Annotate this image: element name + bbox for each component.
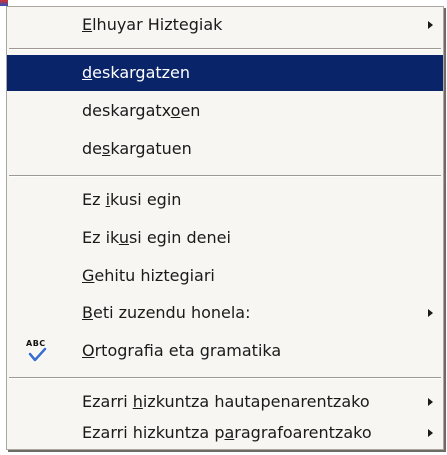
mnemonic-letter: a — [224, 423, 235, 442]
submenu-arrow-icon — [428, 21, 433, 29]
mnemonic-letter: i — [105, 190, 111, 209]
submenu-arrow-icon — [428, 429, 433, 437]
menu-separator — [9, 48, 441, 50]
menu-item-label: deskargatxoen — [82, 101, 201, 120]
mnemonic-letter: O — [82, 341, 95, 360]
menu-item-autocorrect[interactable]: Beti zuzendu honela: — [7, 295, 443, 331]
menu-separator — [9, 175, 441, 177]
menu-item-elhuyar-dictionaries[interactable]: Elhuyar Hiztegiak — [7, 7, 443, 43]
menu-item-label: Gehitu hiztegiari — [82, 266, 215, 285]
mnemonic-letter: d — [82, 63, 93, 82]
menu-item-spelling-grammar[interactable]: ABC Ortografia eta gramatika — [7, 333, 443, 369]
menu-item-label: deskargatuen — [82, 139, 192, 158]
menu-item-suggestion-deskargatzen[interactable]: deskargatzen — [7, 55, 443, 91]
menu-item-label: Elhuyar Hiztegiak — [82, 15, 223, 34]
menu-item-label: deskargatzen — [82, 63, 191, 82]
submenu-arrow-icon — [428, 398, 433, 406]
spelling-context-menu: Elhuyar Hiztegiak deskargatzen deskargat… — [6, 6, 444, 450]
spellcheck-abc-icon: ABC — [25, 339, 53, 363]
menu-item-set-language-paragraph[interactable]: Ezarri hizkuntza paragrafoarentzako — [7, 415, 443, 451]
menu-item-ignore-all[interactable]: Ez ikusi egin denei — [7, 220, 443, 256]
menu-item-ignore[interactable]: Ez ikusi egin — [7, 182, 443, 218]
mnemonic-letter: u — [118, 228, 129, 247]
mnemonic-letter: B — [82, 303, 93, 322]
mnemonic-letter: s — [102, 139, 111, 158]
menu-item-suggestion-deskargatuen[interactable]: deskargatuen — [7, 131, 443, 167]
menu-item-label: Ez ikusi egin denei — [82, 228, 231, 247]
mnemonic-letter: G — [82, 266, 95, 285]
mnemonic-letter: E — [82, 15, 93, 34]
menu-item-label: Ortografia eta gramatika — [82, 341, 282, 360]
menu-item-add-to-dictionary[interactable]: Gehitu hiztegiari — [7, 258, 443, 294]
menu-separator — [9, 377, 441, 379]
submenu-arrow-icon — [428, 309, 433, 317]
menu-item-suggestion-deskargatxoen[interactable]: deskargatxoen — [7, 93, 443, 129]
menu-item-label: Ez ikusi egin — [82, 190, 182, 209]
mnemonic-letter: h — [132, 392, 143, 411]
menu-item-label: Beti zuzendu honela: — [82, 303, 251, 322]
menu-item-label: Ezarri hizkuntza paragrafoarentzako — [82, 423, 372, 442]
mnemonic-letter: o — [170, 101, 181, 120]
